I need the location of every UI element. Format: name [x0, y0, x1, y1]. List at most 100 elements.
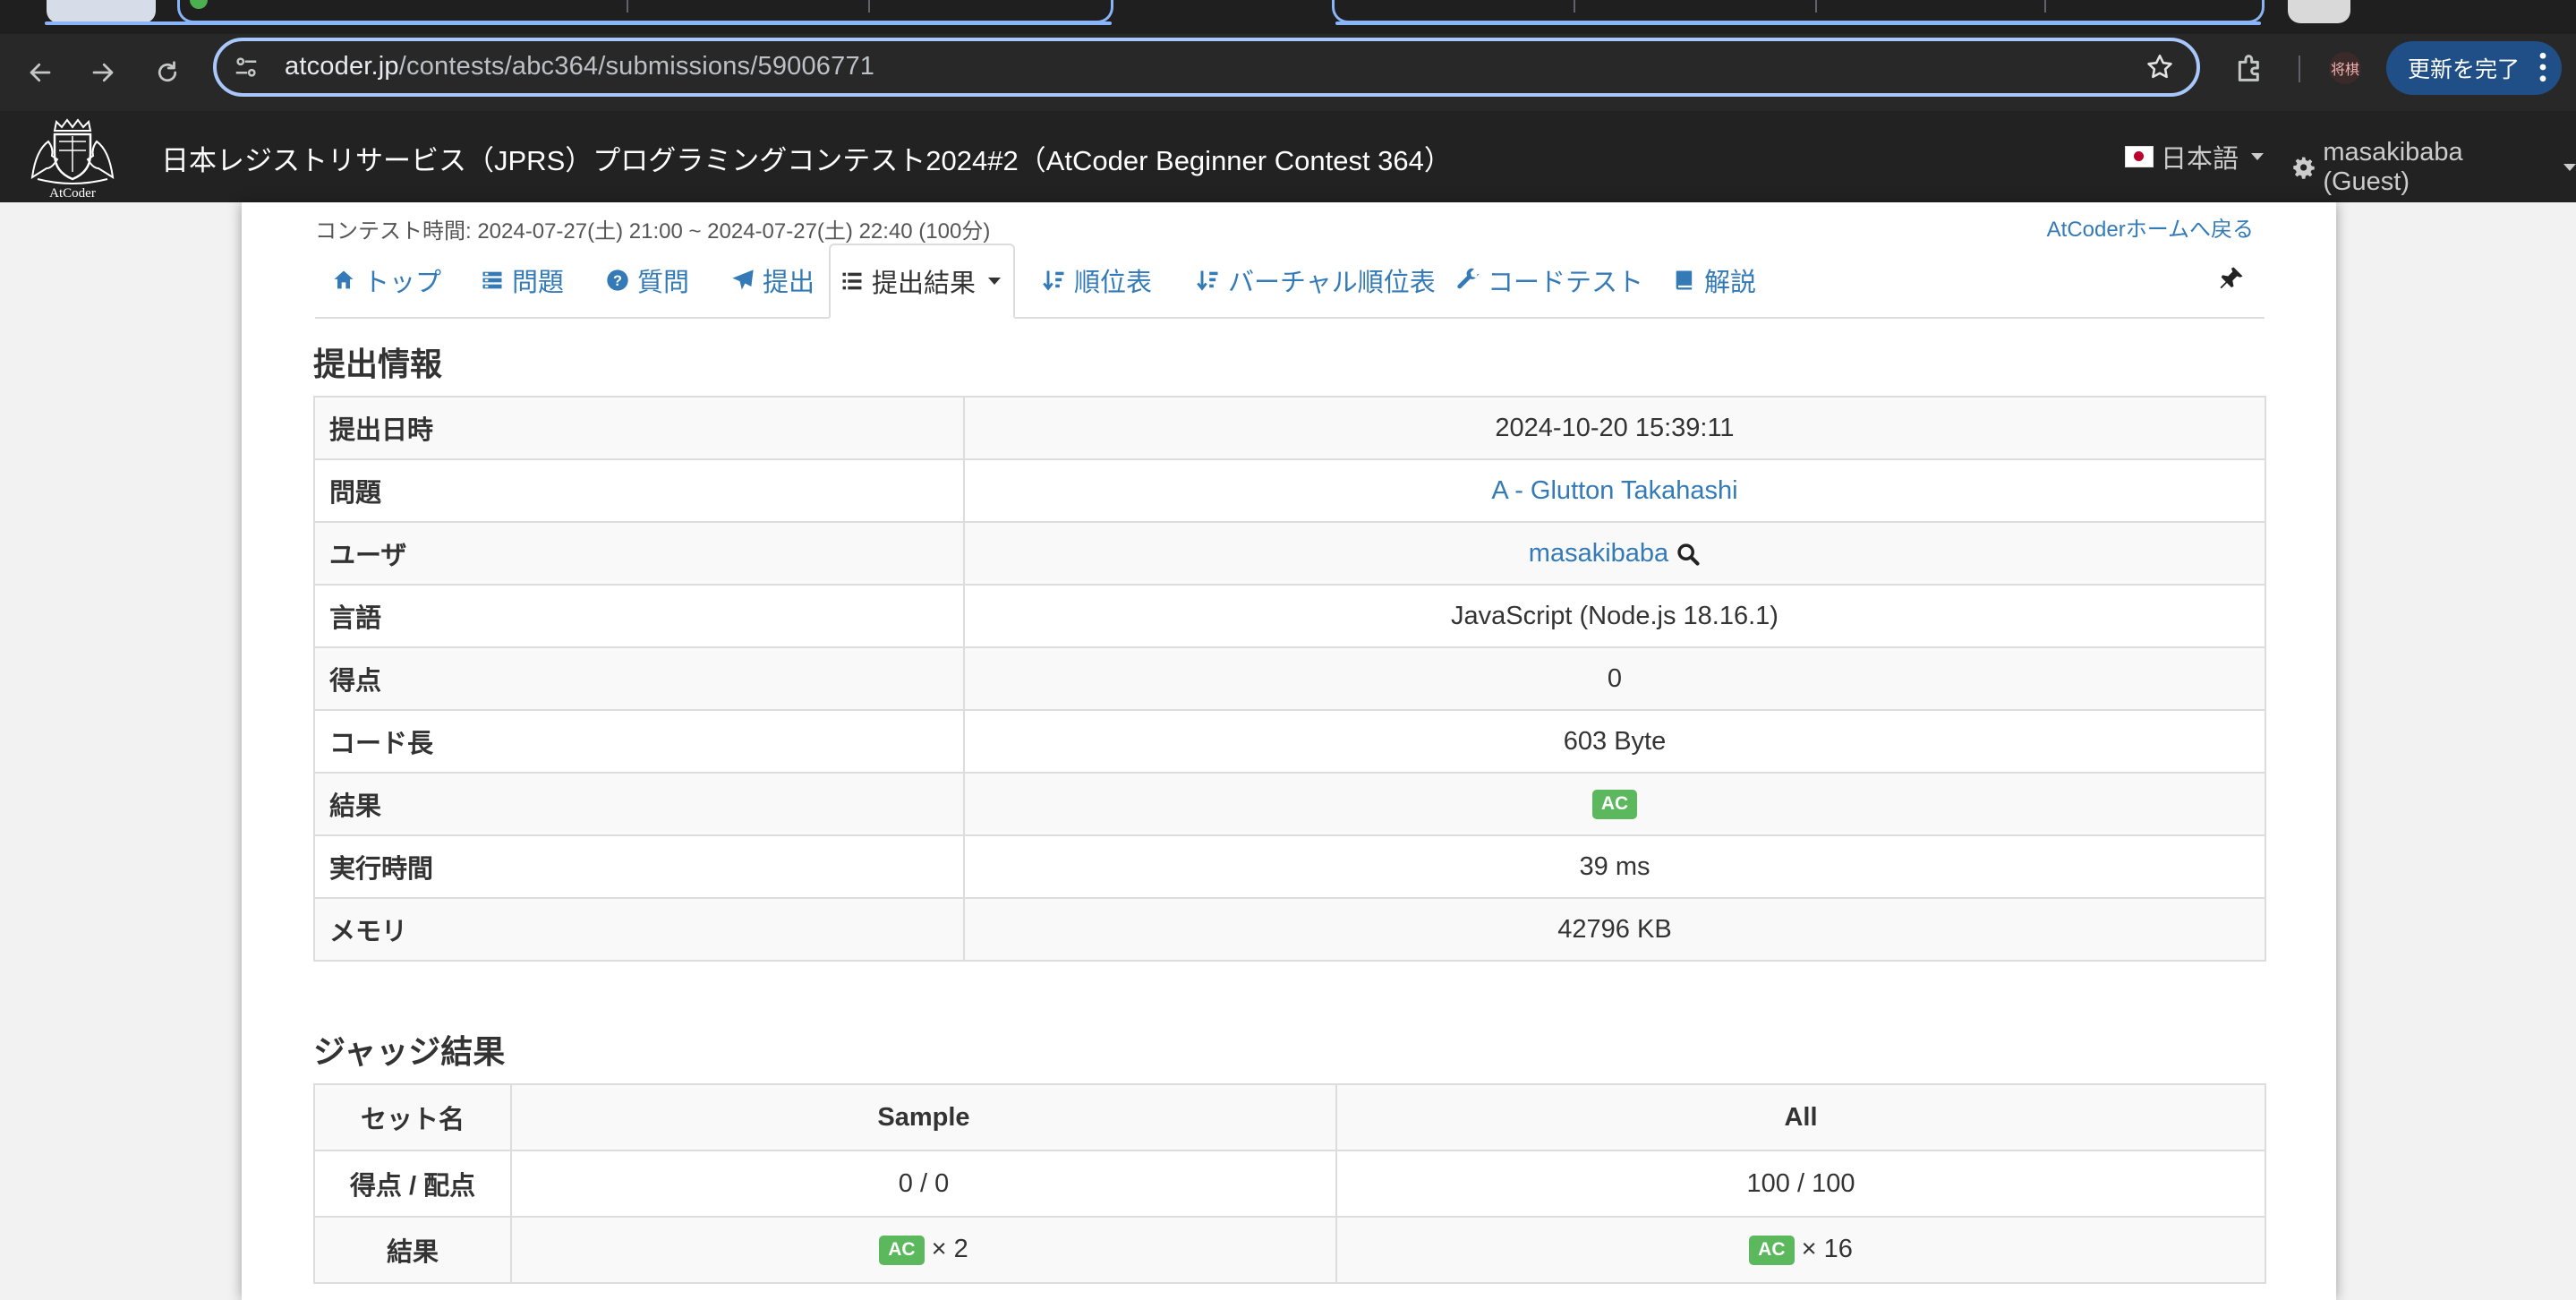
tab-top[interactable]: トップ — [322, 244, 450, 317]
table-row: 得点 0 — [313, 646, 2266, 711]
main-container: コンテスト時間: 2024-07-27(土) 21:00 ~ 2024-07-2… — [242, 202, 2336, 1300]
row-label: 得点 — [313, 646, 965, 711]
problem-link[interactable]: A - Glutton Takahashi — [1491, 476, 1737, 505]
all-score: 100 / 100 — [1335, 1150, 2266, 1218]
table-row: 実行時間 39 ms — [313, 834, 2266, 899]
extension-shogi-icon[interactable]: 将棋 — [2329, 52, 2361, 84]
tab-group-outline — [177, 0, 1113, 23]
tab-standings[interactable]: 順位表 — [1033, 244, 1161, 317]
problem-cell: A - Glutton Takahashi — [963, 458, 2266, 523]
language-dropdown[interactable]: 日本語 — [2125, 138, 2265, 175]
column-header: All — [1335, 1083, 2266, 1151]
tab-submit[interactable]: 提出 — [721, 244, 823, 317]
tasks-icon — [482, 271, 502, 289]
submission-info-heading: 提出情報 — [313, 346, 443, 382]
toolbar-divider — [2299, 56, 2300, 82]
back-button[interactable] — [20, 52, 61, 93]
tab-label: コードテスト — [1488, 269, 1644, 297]
tab-label: 問題 — [512, 269, 565, 297]
row-label: 結果 — [313, 1216, 512, 1284]
language-label: 日本語 — [2161, 145, 2239, 174]
row-label: 得点 / 配点 — [313, 1150, 512, 1218]
list-icon — [842, 272, 862, 290]
home-icon — [334, 270, 354, 289]
user-dropdown[interactable]: masakibaba (Guest) — [2291, 138, 2576, 197]
status-badge: AC — [879, 1235, 925, 1265]
tab-tasks[interactable]: 問題 — [471, 244, 573, 317]
pin-icon[interactable] — [2218, 265, 2245, 292]
japan-flag-icon — [2125, 146, 2154, 167]
judge-result-heading: ジャッジ結果 — [313, 1033, 506, 1070]
user-name: masakibaba (Guest) — [2323, 138, 2463, 196]
tab-results[interactable]: 提出結果 — [829, 244, 1015, 319]
tab-group-line — [45, 21, 1112, 25]
url-host: atcoder.jp — [285, 52, 399, 81]
atcoder-home-link[interactable]: AtCoderホームへ戻る — [2047, 211, 2254, 243]
tab-separator — [868, 0, 870, 13]
table-row: 結果 AC × 2 AC × 16 — [313, 1216, 2266, 1284]
arrow-left-icon — [30, 63, 51, 82]
table-header-row: セット名 Sample All — [313, 1083, 2266, 1151]
submission-info-table: 提出日時 2024-10-20 15:39:11 問題 A - Glutton … — [313, 396, 2266, 962]
search-icon[interactable] — [1676, 542, 1701, 567]
tab-custom-test[interactable]: コードテスト — [1446, 244, 1652, 317]
user-link[interactable]: masakibaba — [1529, 539, 1668, 568]
tab-label: 順位表 — [1074, 269, 1153, 297]
tab-group-outline — [1332, 0, 2265, 23]
url-text: atcoder.jp/contests/abc364/submissions/5… — [285, 52, 874, 81]
logo-text: AtCoder — [49, 186, 96, 201]
tab-label: 解説 — [1704, 269, 1757, 297]
tab-separator — [2044, 0, 2046, 13]
table-row: 得点 / 配点 0 / 0 100 / 100 — [313, 1150, 2266, 1218]
caret-down-icon — [988, 278, 1002, 285]
sort-icon — [1197, 270, 1218, 291]
extension-badge-text: 将棋 — [2330, 63, 2359, 78]
reload-button[interactable] — [147, 52, 188, 93]
table-row: コード長 603 Byte — [313, 709, 2266, 774]
reload-icon — [158, 61, 177, 82]
sort-icon — [1043, 270, 1064, 291]
arrow-right-icon — [92, 63, 114, 82]
result-count: × 2 — [931, 1235, 968, 1264]
browser-tab[interactable] — [2288, 0, 2350, 23]
score-value: 0 — [963, 646, 2266, 711]
browser-tab[interactable] — [47, 0, 156, 23]
bookmark-star-icon[interactable] — [2145, 52, 2175, 82]
user-cell: masakibaba — [963, 521, 2266, 586]
update-browser-button[interactable]: 更新を完了 — [2386, 41, 2562, 95]
contest-title[interactable]: 日本レジストリサービス（JPRS）プログラミングコンテスト2024#2（AtCo… — [161, 138, 1452, 178]
table-row: ユーザ masakibaba — [313, 521, 2266, 586]
address-bar[interactable]: atcoder.jp/contests/abc364/submissions/5… — [213, 38, 2200, 97]
forward-button[interactable] — [82, 52, 124, 93]
column-header: Sample — [510, 1083, 1337, 1151]
tab-separator — [627, 0, 628, 13]
language-value: JavaScript (Node.js 18.16.1) — [963, 584, 2266, 648]
wrench-icon — [1457, 268, 1480, 289]
caret-down-icon — [2251, 153, 2265, 160]
contest-time: コンテスト時間: 2024-07-27(土) 21:00 ~ 2024-07-2… — [315, 219, 991, 244]
gear-icon — [2293, 157, 2315, 179]
caret-down-icon — [2563, 164, 2576, 171]
judge-result-table: セット名 Sample All 得点 / 配点 0 / 0 100 / 100 … — [313, 1083, 2266, 1284]
tab-group-line — [1335, 21, 2261, 25]
tab-clarifications[interactable]: ? 質問 — [596, 244, 698, 317]
browser-tab-strip — [0, 0, 2576, 34]
site-info-icon[interactable] — [233, 54, 260, 81]
extensions-puzzle-icon[interactable] — [2232, 50, 2268, 86]
svg-text:?: ? — [613, 273, 622, 289]
tab-label: 質問 — [637, 269, 690, 297]
tab-virtual-standings[interactable]: バーチャル順位表 — [1187, 244, 1445, 317]
update-button-label: 更新を完了 — [2408, 57, 2521, 82]
tab-label: 提出 — [763, 269, 815, 297]
row-label: 結果 — [313, 772, 965, 836]
row-label: 問題 — [313, 458, 965, 523]
code-length-value: 603 Byte — [963, 709, 2266, 774]
tab-editorial[interactable]: 解説 — [1663, 244, 1765, 317]
all-result: AC × 16 — [1335, 1216, 2266, 1284]
tab-label: バーチャル順位表 — [1228, 269, 1436, 297]
row-label: メモリ — [313, 897, 965, 962]
atcoder-logo-icon: AtCoder — [30, 118, 115, 201]
atcoder-logo[interactable]: AtCoder — [25, 115, 120, 201]
table-row: メモリ 42796 KB — [313, 897, 2266, 962]
memory-value: 42796 KB — [963, 897, 2266, 962]
